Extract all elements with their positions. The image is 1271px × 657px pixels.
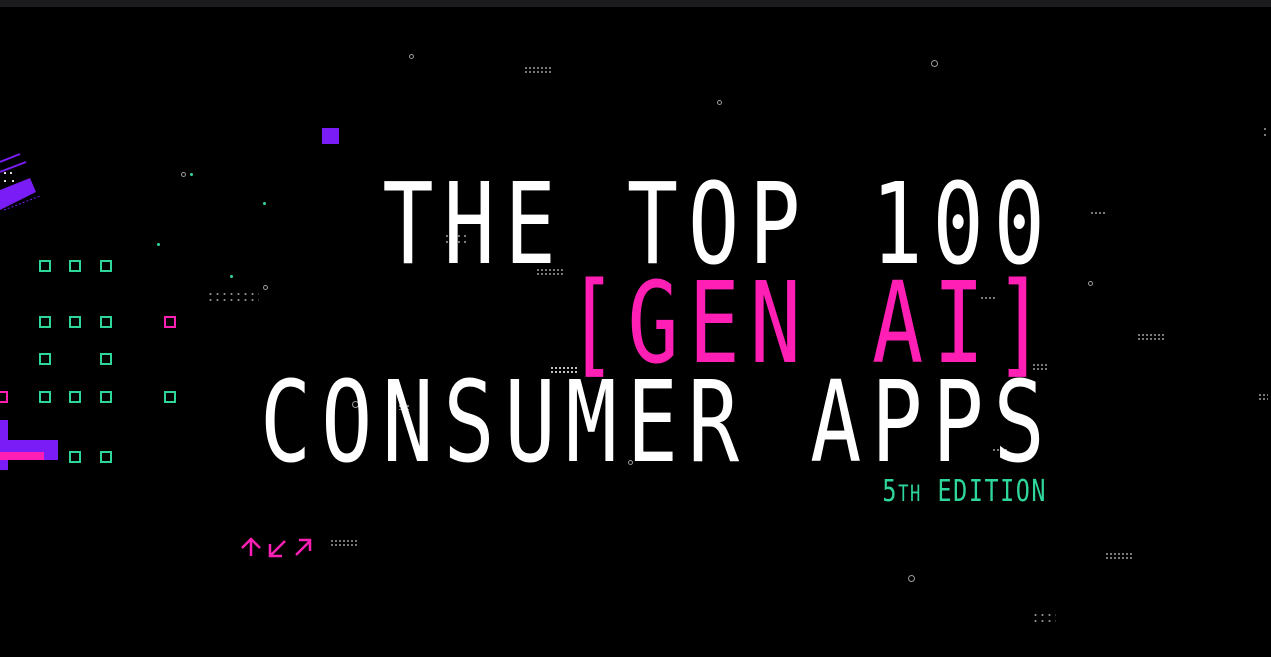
pink-bar-deco [0,452,46,460]
green-square-deco [39,260,51,272]
green-square-deco [100,260,112,272]
green-square-deco [69,451,81,463]
edition-suffix: TH [898,482,922,507]
ring-deco [717,100,722,105]
ring-deco [908,575,915,582]
green-square-deco [69,391,81,403]
ring-deco [181,172,186,177]
green-square-deco [39,353,51,365]
green-dot-deco [157,243,160,246]
purple-streak-graphic [0,153,41,211]
green-square-deco [100,451,112,463]
green-square-deco [69,260,81,272]
dot-grid-deco [1137,333,1165,341]
ring-deco [263,285,268,290]
dot-grid-deco [1032,612,1056,624]
arrow-up-right-icon [295,538,312,556]
green-dot-deco [190,173,193,176]
green-dot-deco [230,275,233,278]
green-square-deco [39,391,51,403]
dot-grid-deco [1090,211,1106,215]
ring-deco [931,60,938,67]
purple-bar-deco [44,452,58,460]
dot-grid-deco [524,66,552,74]
green-square-deco [100,391,112,403]
headline-line-3: CONSUMER APPS [260,358,1055,488]
dot-grid-deco [1105,552,1133,560]
hero-banner: THE TOP 100 [GEN AI] CONSUMER APPS 5TH E… [0,0,1271,657]
ring-deco [1088,281,1093,286]
dot-grid-deco [1262,126,1268,138]
green-square-deco [69,316,81,328]
pink-square-deco [0,391,8,403]
green-dot-deco [263,202,266,205]
arrow-up-icon [241,537,261,556]
green-square-deco [100,316,112,328]
pink-square-deco [164,316,176,328]
dot-grid-deco [330,539,358,547]
purple-bar-deco [0,440,58,452]
edition-label: 5TH EDITION [882,474,1047,509]
green-square-deco [39,316,51,328]
dot-grid-deco [1258,393,1268,401]
arrow-down-left-icon [268,540,286,558]
ring-deco [409,54,414,59]
purple-square-deco [322,128,339,144]
dot-grid-deco [207,291,259,303]
edition-number: 5 [882,474,899,509]
green-square-deco [164,391,176,403]
edition-word: EDITION [921,474,1047,509]
green-square-deco [100,353,112,365]
